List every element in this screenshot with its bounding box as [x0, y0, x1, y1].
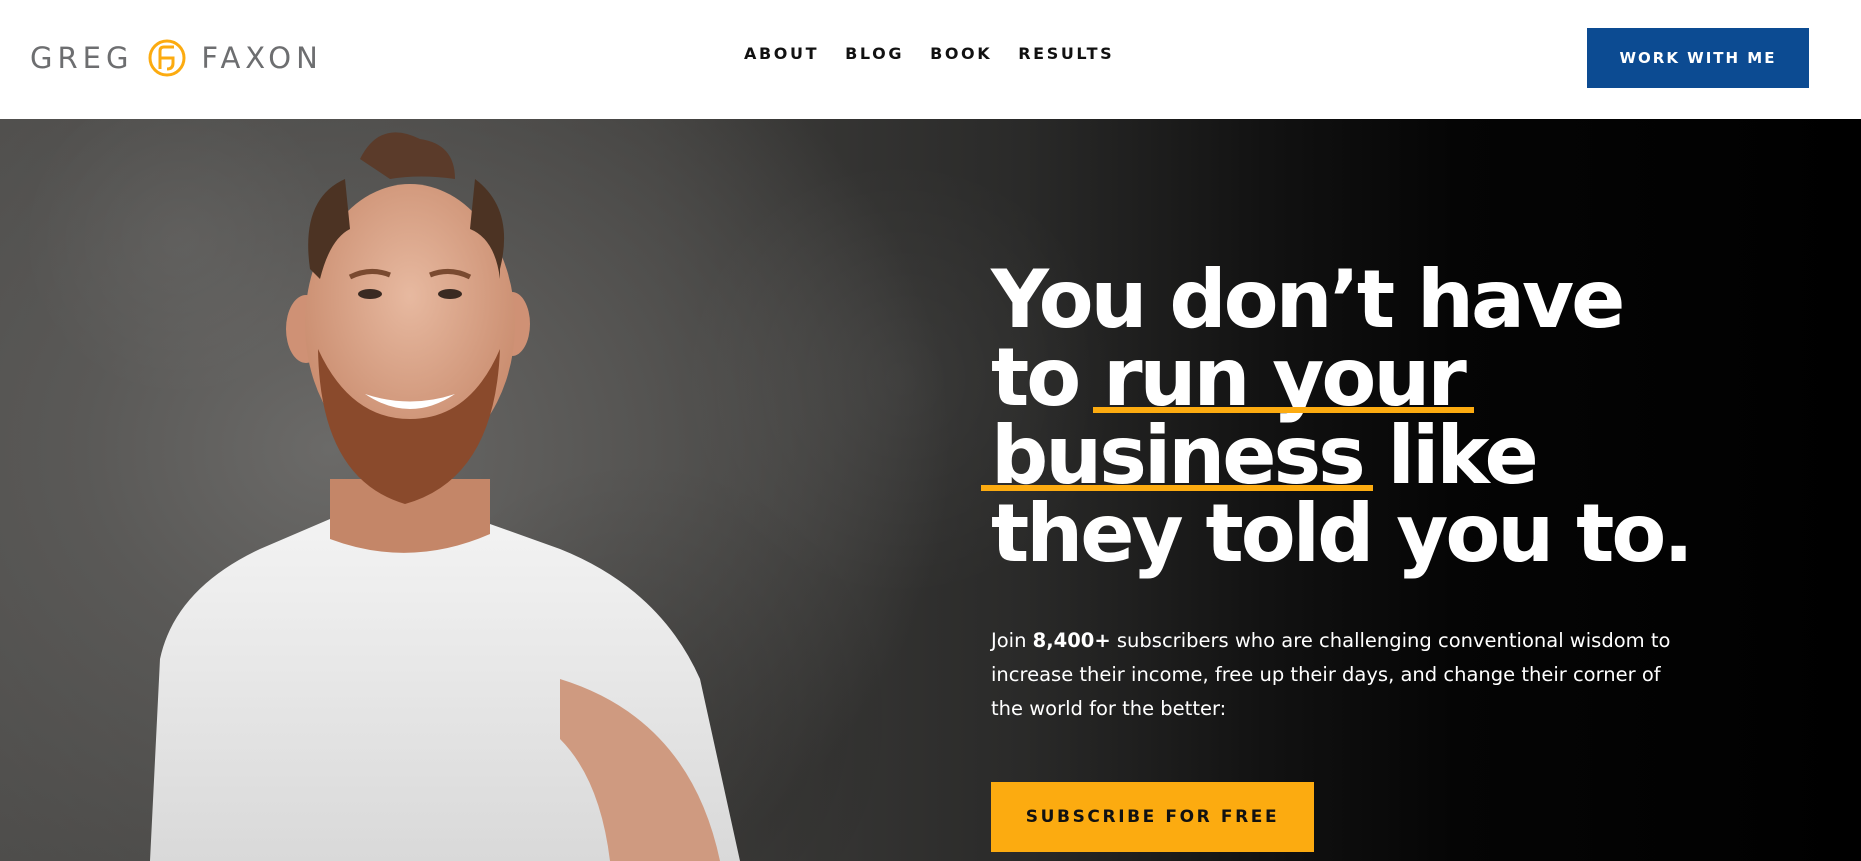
logo-first-name: GREG: [30, 41, 134, 75]
subscribe-button[interactable]: SUBSCRIBE FOR FREE: [991, 782, 1314, 852]
logo-monogram-icon: [148, 39, 186, 77]
logo[interactable]: GREG FAXON: [30, 38, 323, 78]
work-with-me-button[interactable]: WORK WITH ME: [1587, 28, 1809, 88]
main-nav: ABOUT BLOG BOOK RESULTS: [744, 44, 1114, 63]
hero-section: You don’t have to run your business like…: [0, 119, 1861, 861]
nav-link-book[interactable]: BOOK: [930, 44, 992, 63]
nav-link-about[interactable]: ABOUT: [744, 44, 819, 63]
subcopy-lead: Join: [991, 629, 1033, 652]
nav-link-results[interactable]: RESULTS: [1018, 44, 1114, 63]
portrait-photo: [150, 132, 740, 861]
headline-underlined-business: business: [981, 409, 1373, 502]
hero-subcopy: Join 8,400+ subscribers who are challeng…: [991, 624, 1671, 726]
nav-link-blog[interactable]: BLOG: [845, 44, 904, 63]
subscriber-count: 8,400+: [1032, 629, 1111, 652]
headline-underlined-run-your: run your: [1093, 331, 1474, 424]
site-header: GREG FAXON ABOUT BLOG BOOK RESULTS WORK …: [0, 0, 1861, 119]
logo-last-name: FAXON: [201, 41, 323, 75]
hero-headline: You don’t have to run your business like…: [981, 260, 1711, 574]
